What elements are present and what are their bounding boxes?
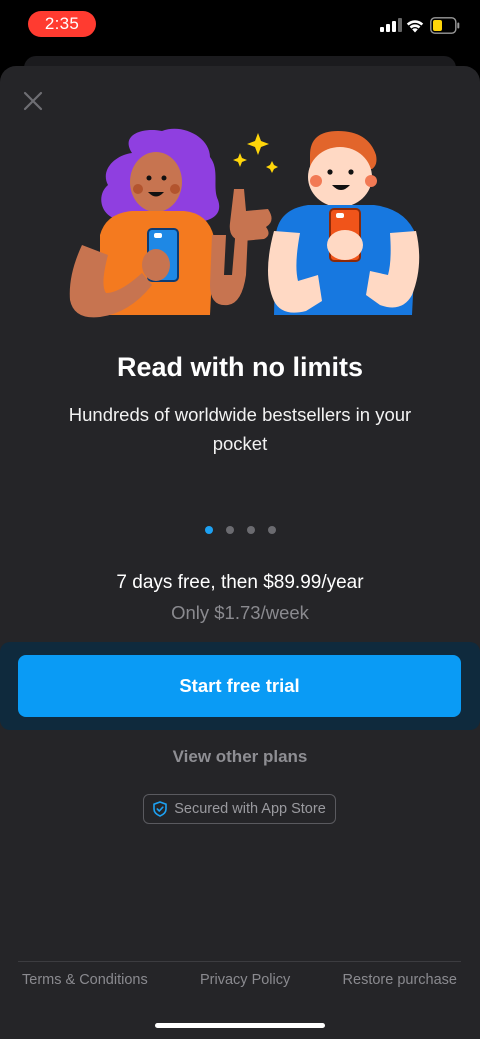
secured-badge-label: Secured with App Store (174, 801, 326, 817)
page-indicator[interactable] (0, 526, 480, 534)
paywall-title: Read with no limits (116, 352, 364, 382)
weekly-price-text: Only $1.73/week (171, 602, 309, 623)
shield-check-icon (153, 801, 168, 817)
paywall-subtitle: Hundreds of worldwide bestsellers in you… (68, 404, 412, 454)
readers-illustration (69, 128, 420, 318)
status-time: 2:35 (28, 11, 96, 37)
restore-purchase-link[interactable]: Restore purchase (339, 972, 461, 988)
price-text: 7 days free, then $89.99/year (116, 572, 364, 593)
wifi-icon (406, 20, 424, 33)
footer-divider (18, 961, 461, 962)
start-free-trial-button[interactable]: Start free trial (18, 655, 461, 717)
close-button[interactable] (18, 86, 48, 116)
footer-links: Terms & Conditions Privacy Policy Restor… (18, 972, 461, 988)
page-dot-4[interactable] (267, 526, 276, 534)
signal-icon (380, 18, 402, 32)
terms-link[interactable]: Terms & Conditions (18, 972, 152, 988)
privacy-policy-link[interactable]: Privacy Policy (196, 972, 294, 988)
page-dot-1[interactable] (204, 526, 213, 534)
close-icon (23, 91, 43, 111)
page-dot-2[interactable] (225, 526, 234, 534)
view-other-plans-link[interactable]: View other plans (0, 747, 480, 767)
home-indicator[interactable] (155, 1023, 325, 1028)
status-bar: 2:35 (0, 0, 480, 50)
page-dot-3[interactable] (246, 526, 255, 534)
secured-badge: Secured with App Store (143, 794, 336, 824)
battery-icon (430, 17, 460, 34)
